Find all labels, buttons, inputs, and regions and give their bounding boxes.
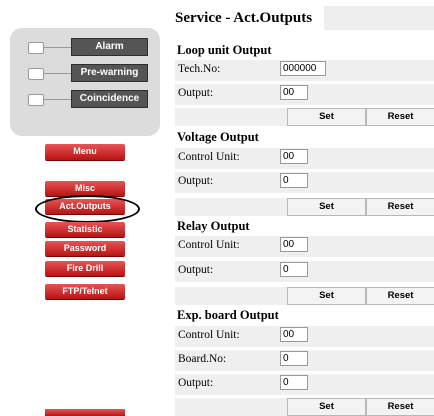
nav-ftp-telnet-button[interactable]: FTP/Telnet <box>45 284 125 299</box>
nav-misc-button[interactable]: Misc <box>45 181 125 196</box>
loop-reset-button[interactable]: Reset <box>366 108 434 126</box>
voltage-reset-button[interactable]: Reset <box>366 198 434 216</box>
loop-tech-row: Tech.No: <box>175 60 434 81</box>
exp-output-input[interactable] <box>280 375 308 390</box>
relay-reset-button[interactable]: Reset <box>366 287 434 305</box>
relay-button-row: Set Reset <box>175 287 434 305</box>
main-panel: Service - Act.Outputs Loop unit Output T… <box>167 0 434 416</box>
loop-set-button[interactable]: Set <box>287 108 366 126</box>
exp-reset-button[interactable]: Reset <box>366 398 434 416</box>
voltage-button-row: Set Reset <box>175 198 434 216</box>
voltage-output-input[interactable] <box>280 173 308 188</box>
nav-statistic-button[interactable]: Statistic <box>45 222 125 237</box>
exp-control-input[interactable] <box>280 327 308 342</box>
exp-button-row: Set Reset <box>175 398 434 416</box>
exp-control-row: Control Unit: <box>175 326 434 347</box>
relay-control-label: Control Unit: <box>178 239 240 251</box>
page-title: Service - Act.Outputs <box>175 10 313 26</box>
loop-tech-input[interactable] <box>280 61 326 76</box>
voltage-output-row: Output: <box>175 172 434 193</box>
prewarning-indicator: Pre-warning <box>10 64 160 82</box>
relay-output-input[interactable] <box>280 262 308 277</box>
left-panel: Alarm Pre-warning Coincidence Menu Misc … <box>0 0 167 416</box>
alarm-label: Alarm <box>71 38 148 56</box>
coincidence-label: Coincidence <box>71 90 148 108</box>
voltage-set-button[interactable]: Set <box>287 198 366 216</box>
relay-output-row: Output: <box>175 261 434 282</box>
relay-section-title: Relay Output <box>177 219 250 233</box>
exp-control-label: Control Unit: <box>178 329 240 341</box>
status-panel: Alarm Pre-warning Coincidence <box>10 28 160 136</box>
relay-set-button[interactable]: Set <box>287 287 366 305</box>
menu-button[interactable]: Menu <box>45 144 125 160</box>
exp-set-button[interactable]: Set <box>287 398 366 416</box>
nav-password-button[interactable]: Password <box>45 241 125 256</box>
loop-tech-label: Tech.No: <box>178 63 221 75</box>
loop-button-row: Set Reset <box>175 108 434 126</box>
relay-output-label: Output: <box>178 264 214 276</box>
coincidence-indicator: Coincidence <box>10 90 160 108</box>
alarm-led-icon <box>28 42 44 54</box>
voltage-section-title: Voltage Output <box>177 130 259 144</box>
exp-board-input[interactable] <box>280 351 308 366</box>
exp-section-title: Exp. board Output <box>177 308 279 322</box>
exp-board-label: Board.No: <box>178 353 227 365</box>
loop-output-label: Output: <box>178 87 214 99</box>
nav-fire-drill-button[interactable]: Fire Drill <box>45 261 125 276</box>
relay-control-input[interactable] <box>280 237 308 252</box>
exp-board-row: Board.No: <box>175 350 434 371</box>
loop-output-input[interactable] <box>280 85 308 100</box>
voltage-output-label: Output: <box>178 175 214 187</box>
loop-section-title: Loop unit Output <box>177 43 272 57</box>
exp-output-label: Output: <box>178 377 214 389</box>
voltage-control-row: Control Unit: <box>175 148 434 169</box>
prewarning-label: Pre-warning <box>71 64 148 82</box>
prewarning-led-icon <box>28 68 44 80</box>
coincidence-led-icon <box>28 94 44 106</box>
voltage-control-input[interactable] <box>280 149 308 164</box>
loop-output-row: Output: <box>175 84 434 105</box>
active-item-highlight <box>35 195 140 223</box>
voltage-control-label: Control Unit: <box>178 151 240 163</box>
nav-partial-button[interactable] <box>45 409 125 416</box>
relay-control-row: Control Unit: <box>175 236 434 257</box>
exp-output-row: Output: <box>175 374 434 395</box>
alarm-indicator: Alarm <box>10 38 160 56</box>
